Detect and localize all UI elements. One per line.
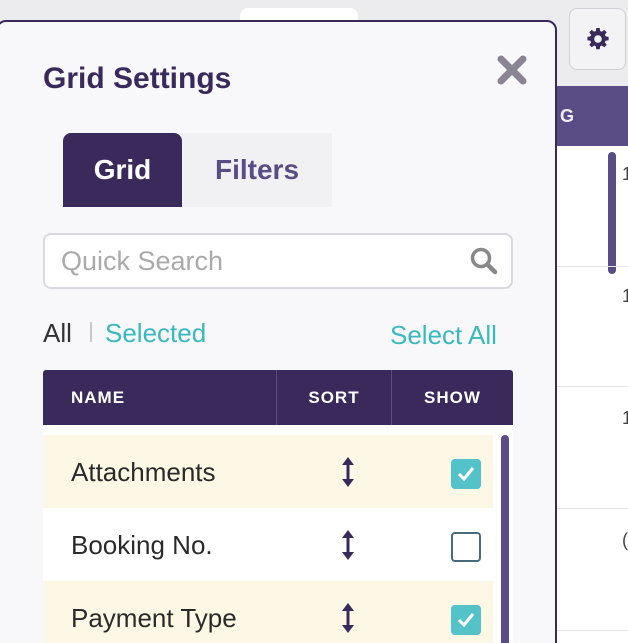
show-checkbox[interactable] [451, 532, 481, 562]
filter-all-link[interactable]: All [43, 318, 72, 349]
table-row: Attachments [43, 435, 493, 508]
sort-arrows-icon[interactable] [340, 601, 356, 635]
filter-selected-link[interactable]: Selected [105, 318, 206, 349]
select-all-link[interactable]: Select All [390, 320, 497, 351]
columns-table-header: NAME SORT SHOW [43, 370, 513, 425]
background-row-divider [548, 508, 628, 509]
search-icon[interactable] [469, 246, 499, 276]
background-row-divider [548, 266, 628, 267]
table-row: Payment Type [43, 581, 493, 643]
tab-filters[interactable]: Filters [182, 133, 332, 207]
grid-settings-button[interactable] [569, 8, 626, 70]
panel-title: Grid Settings [43, 62, 232, 95]
gear-icon [586, 28, 609, 50]
tab-bar: Grid Filters [63, 133, 332, 207]
background-cell-text: 1 [622, 408, 628, 428]
close-button[interactable] [494, 52, 530, 88]
table-row: Booking No. [43, 508, 493, 581]
quick-search-box [43, 233, 513, 289]
background-row-divider [548, 386, 628, 387]
background-grid-body: 1 1 1 ( [548, 146, 628, 643]
background-grid-header: G [548, 86, 628, 146]
column-name-label: Payment Type [71, 603, 237, 633]
grid-settings-panel: Grid Settings Grid Filters All Selected … [0, 20, 557, 643]
background-header-text: G [560, 106, 576, 126]
sort-arrows-icon[interactable] [340, 528, 356, 562]
column-header-sort: SORT [276, 370, 391, 425]
tab-grid[interactable]: Grid [63, 133, 182, 207]
background-cell-text: 1 [622, 286, 628, 306]
table-scrollbar[interactable] [501, 435, 509, 643]
background-cell-text: ( [622, 530, 628, 550]
columns-table-body: Attachments Booking No. Payment Type [43, 425, 513, 643]
column-name-label: Attachments [71, 457, 216, 487]
background-cell-text: 1 [622, 164, 628, 184]
column-name-label: Booking No. [71, 530, 213, 560]
filter-divider [90, 322, 92, 342]
column-header-show: SHOW [391, 370, 513, 425]
column-header-name: NAME [71, 387, 126, 407]
background-scrollbar[interactable] [608, 152, 616, 274]
quick-search-input[interactable] [61, 243, 461, 279]
check-icon [457, 467, 475, 482]
sort-arrows-icon[interactable] [340, 455, 356, 489]
show-checkbox[interactable] [451, 459, 481, 489]
check-icon [457, 613, 475, 628]
close-x-icon [497, 55, 527, 85]
show-checkbox[interactable] [451, 605, 481, 635]
background-row-divider [548, 630, 628, 631]
